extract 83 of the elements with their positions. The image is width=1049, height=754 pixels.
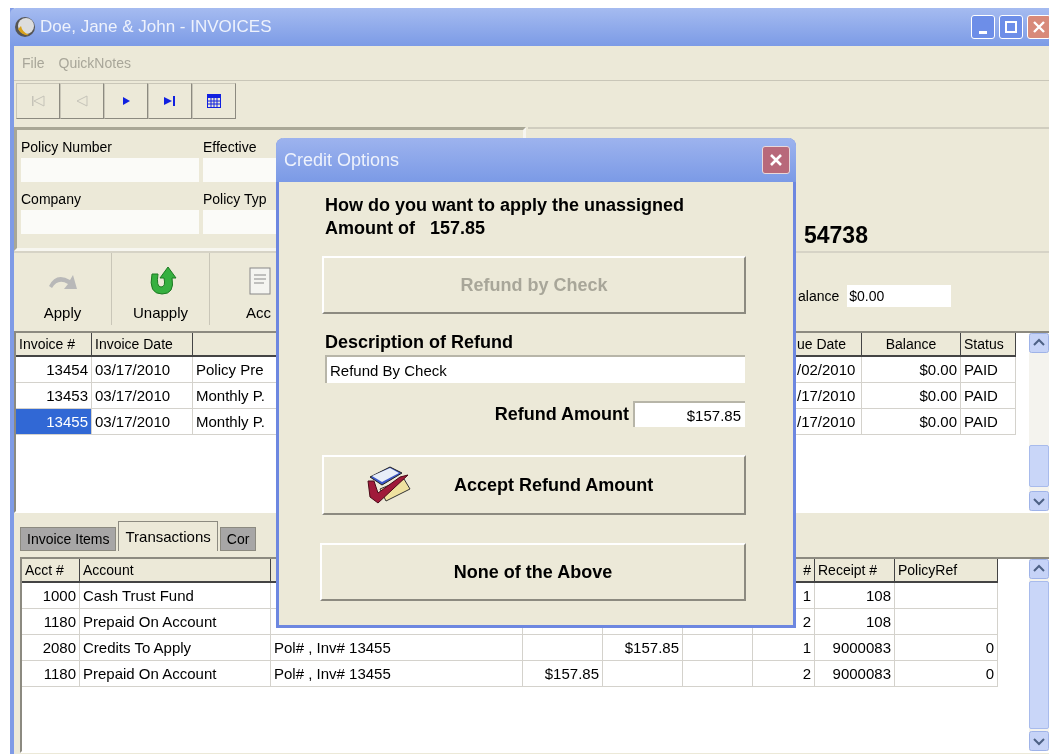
balance-label: alance <box>798 288 840 304</box>
table-cell[interactable]: 13455 <box>16 409 92 435</box>
tab[interactable]: Cor <box>219 527 257 551</box>
column-header: Account <box>80 559 271 583</box>
window-title: Doe, Jane & John - INVOICES <box>40 17 272 37</box>
scrollbar[interactable] <box>1029 559 1049 751</box>
table-cell: 03/17/2010 <box>92 357 193 383</box>
table-cell: $157.85 <box>603 635 683 661</box>
table-cell: 108 <box>815 583 895 609</box>
tab[interactable]: Transactions <box>118 521 218 551</box>
table-cell: Pol# , Inv# 13455 <box>271 635 523 661</box>
input-field[interactable] <box>21 210 199 234</box>
table-cell: 108 <box>815 609 895 635</box>
close-icon <box>769 153 783 167</box>
scroll-thumb[interactable] <box>1029 581 1049 729</box>
input-field[interactable] <box>21 158 199 182</box>
table-cell: PAID <box>961 383 1016 409</box>
table-cell: 9000083 <box>815 635 895 661</box>
column-header: ue Date <box>794 333 862 357</box>
policy-id: 54738 <box>804 222 868 249</box>
field-label: Effective <box>203 138 257 157</box>
scroll-up-icon[interactable] <box>1029 333 1049 353</box>
calendar-button[interactable] <box>192 83 236 119</box>
scroll-thumb[interactable] <box>1029 445 1049 487</box>
column-header: Acct # <box>22 559 80 583</box>
table-cell: 2 <box>753 661 815 687</box>
table-cell: Prepaid On Account <box>80 609 271 635</box>
table-cell: Cash Trust Fund <box>80 583 271 609</box>
field-label: Policy Typ <box>203 190 267 209</box>
table-cell: 03/17/2010 <box>92 409 193 435</box>
column-header: Balance <box>862 333 961 357</box>
tab[interactable]: Invoice Items <box>20 527 117 551</box>
accept-refund-button[interactable]: Accept Refund Amount <box>322 455 746 515</box>
table-cell: Prepaid On Account <box>80 661 271 687</box>
last-record-button[interactable] <box>148 83 192 119</box>
none-of-the-above-button[interactable]: None of the Above <box>320 543 746 601</box>
close-icon <box>1033 21 1045 33</box>
field-label: Policy Number <box>21 138 113 157</box>
table-cell: Pol# , Inv# 13455 <box>271 661 523 687</box>
table-cell: $0.00 <box>862 409 961 435</box>
prompt-text: How do you want to apply the unassigned Amount of 157.85 <box>325 194 685 240</box>
scroll-down-icon[interactable] <box>1029 731 1049 751</box>
table-cell: 1 <box>753 635 815 661</box>
refund-amount-field[interactable]: $157.85 <box>633 401 745 427</box>
minimize-button[interactable] <box>971 15 995 39</box>
table-cell: 2080 <box>22 635 80 661</box>
description-label: Description of Refund <box>325 331 514 353</box>
table-cell: 1180 <box>22 661 80 687</box>
column-header: Invoice # <box>16 333 92 357</box>
maximize-button[interactable] <box>999 15 1023 39</box>
refund-amount-label: Refund Amount <box>494 403 629 425</box>
balance-field[interactable]: $0.00 <box>847 285 952 307</box>
first-record-button[interactable] <box>16 83 60 119</box>
previous-record-button[interactable] <box>60 83 104 119</box>
description-field[interactable]: Refund By Check <box>325 355 745 383</box>
column-header: Status <box>961 333 1016 357</box>
table-cell: Credits To Apply <box>80 635 271 661</box>
maximize-icon <box>1005 21 1017 33</box>
table-cell: $0.00 <box>862 357 961 383</box>
dialog-title: Credit Options <box>284 149 400 171</box>
column-header: Receipt # <box>815 559 895 583</box>
table-cell: 03/17/2010 <box>92 383 193 409</box>
table-cell[interactable]: 13454 <box>16 357 92 383</box>
close-button[interactable] <box>762 146 790 174</box>
table-cell: PAID <box>961 357 1016 383</box>
table-cell: PAID <box>961 409 1016 435</box>
table-cell: 0 <box>895 661 998 687</box>
column-header: Invoice Date <box>92 333 193 357</box>
table-cell <box>683 635 753 661</box>
table-cell: 1180 <box>22 609 80 635</box>
table-cell <box>683 661 753 687</box>
minimize-icon <box>979 30 987 34</box>
scroll-up-icon[interactable] <box>1029 559 1049 579</box>
table-cell: 0 <box>895 635 998 661</box>
table-cell: 9000083 <box>815 661 895 687</box>
table-cell: 1000 <box>22 583 80 609</box>
table-cell: $0.00 <box>862 383 961 409</box>
table-cell: $157.85 <box>523 661 603 687</box>
scrollbar[interactable] <box>1029 333 1049 511</box>
scroll-down-icon[interactable] <box>1029 491 1049 511</box>
globe-icon <box>14 16 36 38</box>
field-label: Company <box>21 190 81 209</box>
column-header: PolicyRef <box>895 559 998 583</box>
